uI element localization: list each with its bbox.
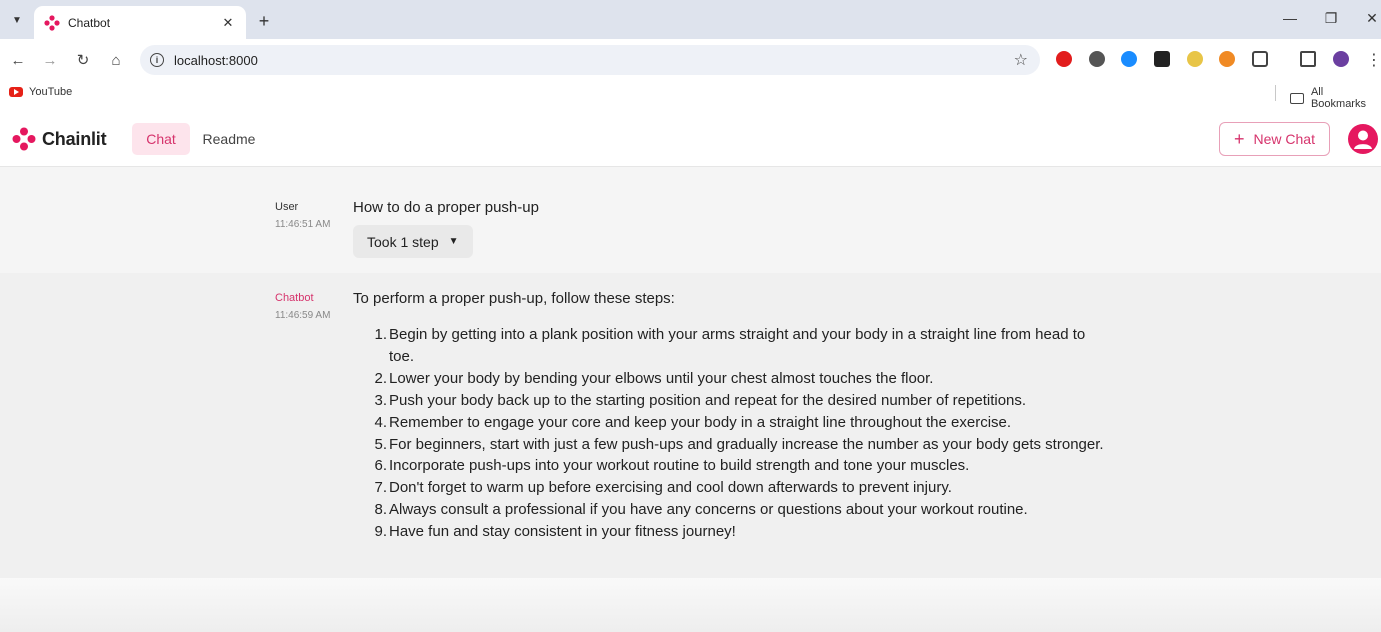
tab-title: Chatbot: [68, 15, 111, 30]
list-item: 9. Have fun and stay consistent in your f…: [374, 521, 1109, 543]
tab-search-chevron-icon[interactable]: ▼: [6, 9, 28, 31]
minimize-icon[interactable]: —: [1280, 10, 1300, 26]
list-item: 1. Begin by getting into a plank position…: [374, 324, 1109, 368]
list-item-number: 9.: [374, 523, 387, 541]
chainlit-favicon-icon: [44, 14, 60, 31]
list-item-text: Push your body back up to the starting p…: [389, 391, 1027, 409]
bookmarks-bar: YouTube All Bookmarks: [0, 80, 1381, 110]
user-message: User 11:46:51 AM How to do a proper push…: [0, 167, 1381, 273]
list-item: 6. Incorporate push-ups into your workout…: [374, 455, 1109, 477]
list-item-text: Lower your body by bending your elbows u…: [389, 369, 934, 387]
list-item: 4. Remember to engage your core and keep …: [374, 412, 1109, 434]
list-item-number: 4.: [374, 413, 387, 431]
chainlit-logo: Chainlit: [12, 127, 107, 151]
bot-message-intro: To perform a proper push-up, follow thes…: [353, 290, 675, 307]
browser-menu-icon[interactable]: ⋮: [1363, 49, 1381, 71]
new-chat-button[interactable]: + New Chat: [1219, 122, 1330, 156]
extension-icon[interactable]: [1187, 51, 1203, 67]
steps-toggle-label: Took 1 step: [367, 233, 439, 250]
bookmarks-divider: [1275, 85, 1276, 101]
list-item-number: 3.: [374, 391, 387, 409]
back-icon[interactable]: ←: [7, 49, 29, 71]
message-timestamp: 11:46:59 AM: [275, 310, 331, 321]
steps-toggle-button[interactable]: Took 1 step ▼: [353, 225, 473, 258]
app-header: Chainlit Chat Readme + New Chat: [0, 107, 1381, 167]
list-item: 2. Lower your body by bending your elbows…: [374, 368, 1109, 390]
list-item-text: Begin by getting into a plank position w…: [389, 326, 1086, 365]
extensions-puzzle-icon[interactable]: [1252, 51, 1268, 67]
list-item-number: 5.: [374, 435, 387, 453]
metamask-extension-icon[interactable]: [1219, 51, 1235, 67]
user-avatar[interactable]: [1348, 124, 1378, 154]
bookmark-youtube-label: YouTube: [29, 86, 73, 98]
bookmark-youtube[interactable]: YouTube: [9, 86, 72, 98]
reload-icon[interactable]: ↻: [72, 49, 94, 71]
chat-footer-area: [0, 578, 1381, 632]
list-item-text: Have fun and stay consistent in your fit…: [389, 523, 736, 541]
chainlit-logo-icon: [12, 127, 36, 151]
browser-toolbar: ← → ↻ ⌂ i localhost:8000 ☆ ⋮: [0, 39, 1381, 80]
forward-icon[interactable]: →: [39, 49, 61, 71]
extension-icon[interactable]: [1089, 51, 1105, 67]
chevron-down-icon: ▼: [448, 236, 459, 247]
url-text: localhost:8000: [174, 52, 258, 68]
tab-close-icon[interactable]: ✕: [220, 15, 236, 31]
shazam-extension-icon[interactable]: [1121, 51, 1137, 67]
new-tab-button[interactable]: +: [252, 9, 276, 33]
nav-chat-tab[interactable]: Chat: [132, 123, 190, 155]
browser-tab-chatbot[interactable]: Chatbot ✕: [34, 6, 246, 39]
bookmark-star-icon[interactable]: ☆: [1014, 50, 1028, 70]
list-item-text: Remember to engage your core and keep yo…: [389, 413, 1012, 431]
list-item: 8. Always consult a professional if you h…: [374, 499, 1109, 521]
site-info-icon[interactable]: i: [150, 53, 164, 67]
window-close-icon[interactable]: ✕: [1362, 10, 1381, 27]
bot-message: Chatbot 11:46:59 AM To perform a proper …: [0, 273, 1381, 578]
browser-tab-strip: ▼ Chatbot ✕ + — ❐ ✕: [0, 0, 1381, 39]
user-icon: [1354, 130, 1372, 149]
list-item-number: 7.: [374, 479, 387, 497]
restore-icon[interactable]: ❐: [1321, 10, 1341, 27]
list-item-text: Incorporate push-ups into your workout r…: [389, 457, 970, 475]
brand-name: Chainlit: [42, 128, 107, 149]
list-item: 3. Push your body back up to the starting…: [374, 390, 1109, 412]
new-chat-label: New Chat: [1253, 131, 1315, 147]
folder-icon: [1290, 92, 1304, 104]
address-bar[interactable]: i localhost:8000 ☆: [140, 45, 1040, 75]
home-icon[interactable]: ⌂: [105, 49, 127, 71]
user-message-text: How to do a proper push-up: [353, 199, 539, 216]
list-item-text: Don't forget to warm up before exercisin…: [389, 479, 952, 497]
list-item-text: Always consult a professional if you hav…: [389, 501, 1028, 519]
list-item-number: 2.: [374, 369, 387, 387]
list-item-number: 8.: [374, 501, 387, 519]
list-item-number: 1.: [374, 326, 387, 343]
extension-icon[interactable]: [1154, 51, 1170, 67]
message-author: User: [275, 201, 299, 213]
pushup-steps-list: 1. Begin by getting into a plank position…: [374, 324, 1109, 543]
youtube-icon: [9, 87, 23, 97]
nav-readme-tab[interactable]: Readme: [196, 123, 262, 155]
profile-avatar-icon[interactable]: [1333, 51, 1349, 67]
list-item: 5. For beginners, start with just a few p…: [374, 434, 1109, 456]
plus-icon: +: [1234, 129, 1245, 149]
side-panel-icon[interactable]: [1300, 51, 1316, 67]
opera-extension-icon[interactable]: [1056, 51, 1072, 67]
list-item: 7. Don't forget to warm up before exercis…: [374, 477, 1109, 499]
list-item-text: For beginners, start with just a few pus…: [389, 435, 1104, 453]
message-author: Chatbot: [275, 292, 314, 304]
message-timestamp: 11:46:51 AM: [275, 219, 331, 230]
list-item-number: 6.: [374, 457, 387, 475]
